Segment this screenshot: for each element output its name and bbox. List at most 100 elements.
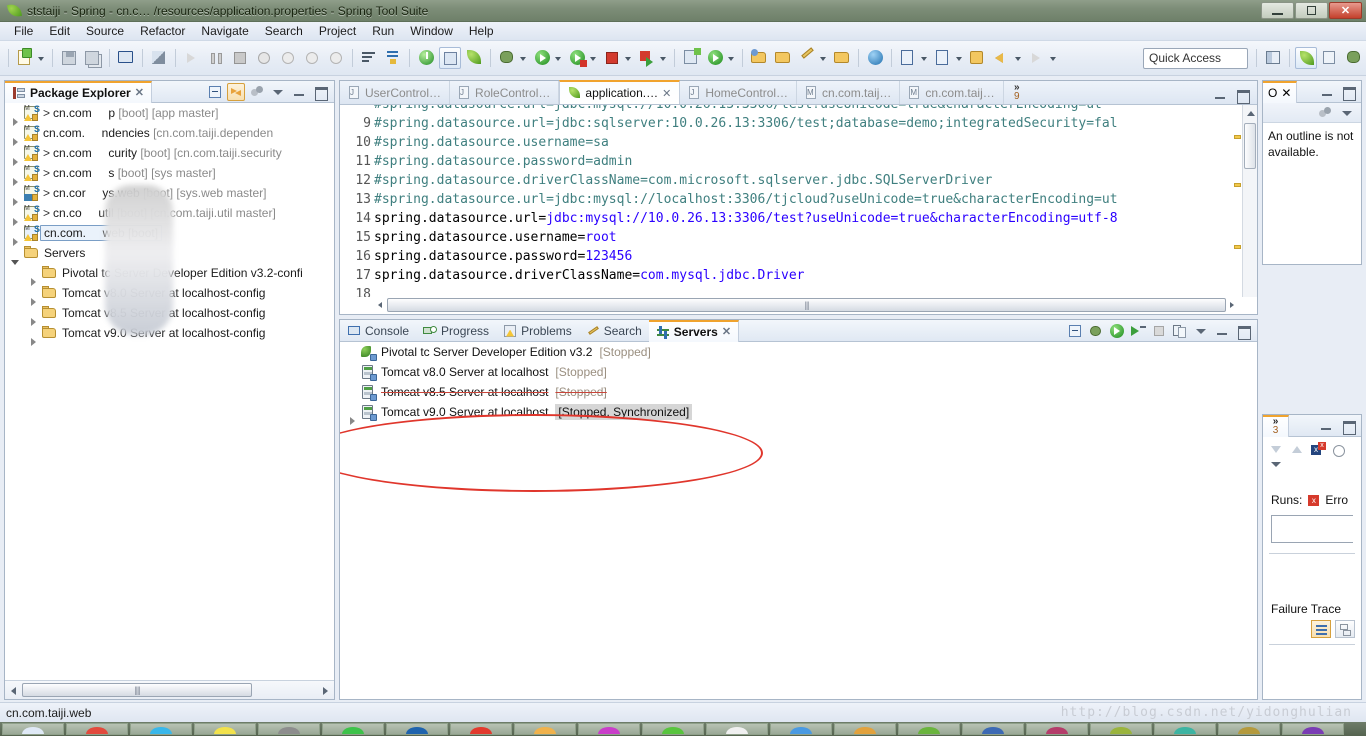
menu-navigate[interactable]: Navigate xyxy=(193,22,256,40)
step-into-icon[interactable] xyxy=(253,47,275,69)
scroll-right-icon[interactable] xyxy=(317,682,334,699)
menu-refactor[interactable]: Refactor xyxy=(132,22,193,40)
search-dropdown-icon[interactable] xyxy=(920,47,929,69)
scroll-left-icon[interactable] xyxy=(5,682,22,699)
close-icon[interactable]: ✕ xyxy=(722,325,731,338)
step-return-icon[interactable] xyxy=(301,47,323,69)
scroll-up-icon[interactable] xyxy=(1243,105,1257,121)
menu-window[interactable]: Window xyxy=(402,22,461,40)
forward-icon[interactable] xyxy=(1026,47,1048,69)
terminate-icon[interactable] xyxy=(229,47,251,69)
new-wizard-dropdown-icon[interactable] xyxy=(37,47,46,69)
compare-result-icon[interactable] xyxy=(1335,620,1355,638)
tab-overflow-button[interactable]: » 3 xyxy=(1263,414,1289,437)
filter-stack-trace-icon[interactable] xyxy=(1311,620,1331,638)
view-menu-icon[interactable] xyxy=(1269,459,1284,471)
taskbar-item-12[interactable] xyxy=(706,723,768,735)
server-row[interactable]: Tomcat v8.0 Server at localhost [Stopped] xyxy=(340,362,1257,382)
view-tab-progress[interactable]: Progress xyxy=(416,320,496,342)
stop-server-icon[interactable] xyxy=(1150,322,1168,340)
servers-list[interactable]: Pivotal tc Server Developer Edition v3.2… xyxy=(340,342,1257,699)
package-explorer-tree[interactable]: M S > cn.com p [boot] [app master] M Scn.com.… xyxy=(5,103,334,679)
maximize-icon[interactable] xyxy=(1234,322,1252,340)
editor-tab[interactable]: J HomeControl… xyxy=(680,81,798,104)
maximize-icon[interactable] xyxy=(1339,83,1357,101)
debug-perspective-icon[interactable] xyxy=(1343,47,1365,69)
tree-item[interactable]: M S > cn.com p [boot] [app master] xyxy=(5,103,334,126)
open-folder-icon[interactable] xyxy=(748,47,770,69)
taskbar-item-17[interactable] xyxy=(1026,723,1088,735)
taskbar-item-1[interactable] xyxy=(2,723,64,735)
new-interface-dropdown-icon[interactable] xyxy=(819,47,828,69)
tree-item[interactable]: M S > cn.com s [boot] [sys master] xyxy=(5,163,334,186)
menu-project[interactable]: Project xyxy=(311,22,364,40)
properties-source-code[interactable]: #spring.datasource.url=jdbc:mysql://10.0… xyxy=(340,105,1257,297)
view-menu-icon[interactable] xyxy=(1192,322,1210,340)
taskbar-item-9[interactable] xyxy=(514,723,576,735)
forward-dropdown-icon[interactable] xyxy=(1049,47,1058,69)
taskbar-item-3[interactable] xyxy=(130,723,192,735)
last-edit-location-icon[interactable] xyxy=(967,47,989,69)
overview-ruler-marker[interactable] xyxy=(1234,135,1241,139)
tree-item[interactable]: M S > cn.com curity [boot] [cn.com.taiji.se… xyxy=(5,143,334,166)
taskbar-item-16[interactable] xyxy=(962,723,1024,735)
debug-server-icon[interactable] xyxy=(1087,322,1105,340)
previous-failure-icon[interactable] xyxy=(1290,442,1305,457)
close-icon[interactable]: ✕ xyxy=(662,87,671,100)
view-menu-icon[interactable] xyxy=(269,83,287,101)
search-icon[interactable] xyxy=(897,47,919,69)
maximize-icon[interactable] xyxy=(1233,86,1251,104)
taskbar-item-7[interactable] xyxy=(386,723,448,735)
tree-item[interactable]: M Scn.com. ndencies [cn.com.taiji.depende… xyxy=(5,123,334,146)
taskbar-item-4[interactable] xyxy=(194,723,256,735)
run-as-server-dropdown-icon[interactable] xyxy=(589,47,598,69)
menu-run[interactable]: Run xyxy=(364,22,402,40)
new-java-project-icon[interactable] xyxy=(680,47,702,69)
minimize-icon[interactable] xyxy=(1318,83,1336,101)
close-icon[interactable]: ✕ xyxy=(135,86,144,99)
taskbar-item-20[interactable] xyxy=(1218,723,1280,735)
save-all-icon[interactable] xyxy=(82,47,104,69)
tree-item[interactable]: Servers xyxy=(5,243,334,265)
open-perspective-icon[interactable] xyxy=(1262,47,1284,69)
editor-tab[interactable]: Mcn.com.taij… xyxy=(900,81,1004,104)
editor-tab-overflow-button[interactable]: » 9 xyxy=(1004,81,1030,104)
tree-item[interactable]: M S > cn.co util [boot] [cn.com.taiji.util … xyxy=(5,203,334,226)
back-icon[interactable] xyxy=(991,47,1013,69)
restore-button[interactable] xyxy=(1295,2,1328,19)
server-row[interactable]: Pivotal tc Server Developer Edition v3.2… xyxy=(340,342,1257,362)
maximize-icon[interactable] xyxy=(311,83,329,101)
minimize-icon[interactable] xyxy=(1211,86,1229,104)
tree-item[interactable]: Pivotal tc Server Developer Edition v3.2… xyxy=(5,263,334,286)
view-tab-servers[interactable]: Servers ✕ xyxy=(648,319,740,342)
menu-search[interactable]: Search xyxy=(257,22,311,40)
tab-outline[interactable]: O ✕ xyxy=(1263,80,1298,103)
close-icon[interactable]: ✕ xyxy=(1281,86,1291,100)
taskbar-item-15[interactable] xyxy=(898,723,960,735)
next-annotation-icon[interactable] xyxy=(358,47,380,69)
maximize-icon[interactable] xyxy=(1339,417,1357,435)
tree-item[interactable]: M S > cn.cor ys.web [boot] [sys.web master] xyxy=(5,183,334,206)
editor-vertical-scrollbar[interactable] xyxy=(1242,105,1257,297)
scroll-right-icon[interactable] xyxy=(1226,298,1239,312)
link-with-editor-icon[interactable] xyxy=(227,82,245,101)
menu-edit[interactable]: Edit xyxy=(41,22,78,40)
close-button[interactable]: ✕ xyxy=(1329,2,1362,19)
save-icon[interactable] xyxy=(58,47,80,69)
debug-dropdown-icon[interactable] xyxy=(519,47,528,69)
package-explorer-hscrollbar[interactable]: |||| xyxy=(5,680,334,699)
open-task-icon[interactable] xyxy=(439,47,461,69)
next-failure-icon[interactable] xyxy=(1269,442,1284,457)
minimize-icon[interactable] xyxy=(1213,322,1231,340)
quick-access-input[interactable]: Quick Access xyxy=(1143,47,1248,69)
minimize-icon[interactable] xyxy=(290,83,308,101)
taskbar-item-18[interactable] xyxy=(1090,723,1152,735)
taskbar-item-21[interactable] xyxy=(1282,723,1344,735)
profile-server-icon[interactable] xyxy=(1129,322,1147,340)
tree-item[interactable]: M Scn.com. web [boot] xyxy=(5,223,334,246)
editor-tab[interactable]: application.… ✕ xyxy=(559,80,681,104)
menu-source[interactable]: Source xyxy=(78,22,132,40)
new-class-icon[interactable] xyxy=(772,47,794,69)
new-wizard-icon[interactable] xyxy=(14,47,36,69)
boot-dashboard-power-icon[interactable] xyxy=(415,47,437,69)
